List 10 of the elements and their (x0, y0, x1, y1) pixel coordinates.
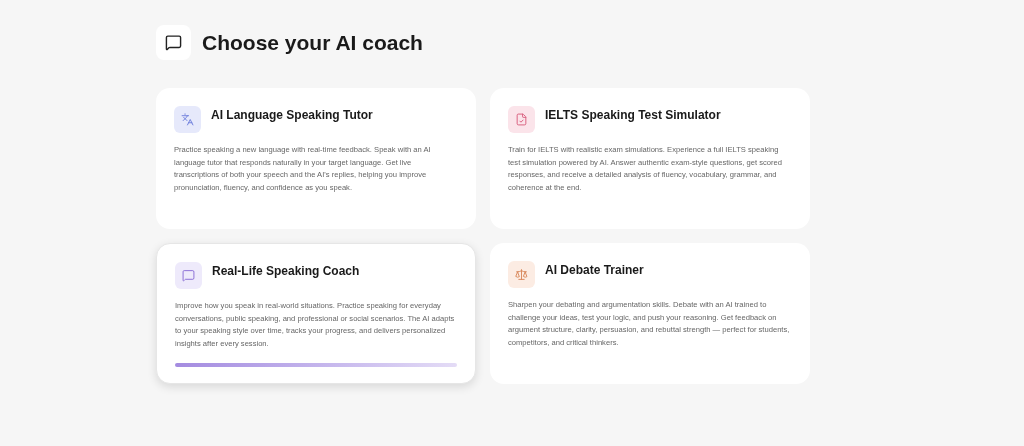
coach-title: AI Language Speaking Tutor (211, 107, 373, 123)
chat-icon (156, 25, 191, 60)
coach-card[interactable] (156, 88, 476, 229)
coach-title: AI Debate Trainer (545, 262, 644, 278)
coach-card[interactable] (490, 88, 810, 229)
coach-title: Real-Life Speaking Coach (212, 263, 360, 279)
coach-card[interactable] (156, 243, 476, 384)
coach-title: IELTS Speaking Test Simulator (545, 107, 721, 123)
page-title: Choose your AI coach (202, 29, 423, 56)
coach-card[interactable] (490, 243, 810, 384)
